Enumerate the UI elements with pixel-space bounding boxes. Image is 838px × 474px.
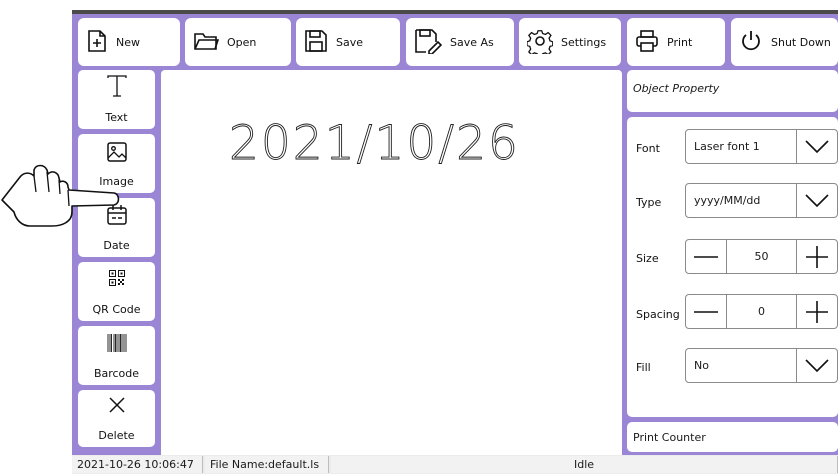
settings-button-label: Settings: [561, 35, 607, 49]
print-counter-panel[interactable]: Print Counter: [627, 422, 838, 452]
tool-qr-label: QR Code: [92, 303, 141, 316]
tool-text-button[interactable]: Text: [78, 70, 155, 129]
fill-select-value: No: [694, 359, 709, 372]
open-button[interactable]: Open: [185, 18, 291, 66]
tool-qr-button[interactable]: QR Code: [78, 262, 155, 321]
shutdown-button-label: Shut Down: [771, 35, 831, 49]
shutdown-button[interactable]: Shut Down: [731, 18, 838, 66]
fill-select[interactable]: No: [685, 348, 838, 383]
qr-code-icon: [78, 270, 155, 286]
new-button-label: New: [116, 35, 140, 49]
settings-button[interactable]: Settings: [519, 18, 621, 66]
open-button-label: Open: [227, 35, 257, 49]
save-as-icon: [414, 28, 450, 57]
power-icon: [739, 29, 771, 56]
text-tool-icon: [78, 74, 155, 98]
spacing-increment-button[interactable]: [796, 295, 837, 328]
size-increment-button[interactable]: [796, 240, 837, 273]
status-datetime: 2021-10-26 10:06:47: [72, 456, 203, 473]
tool-delete-label: Delete: [98, 429, 135, 442]
status-file-name: File Name:default.ls: [205, 456, 329, 473]
font-select[interactable]: Laser font 1: [685, 129, 838, 164]
save-button[interactable]: Save: [296, 18, 400, 66]
spacing-stepper[interactable]: 0: [685, 294, 838, 329]
save-as-button-label: Save As: [450, 35, 494, 49]
object-property-header: Object Property: [627, 70, 838, 112]
image-tool-icon: [78, 142, 155, 162]
new-file-icon: [86, 29, 116, 56]
canvas-date-text[interactable]: 2021/10/26: [229, 116, 520, 172]
gear-icon: [526, 28, 561, 57]
chevron-down-icon: [796, 349, 837, 382]
print-button[interactable]: Print: [627, 18, 725, 66]
pointing-hand-icon: [0, 160, 120, 234]
close-icon: [78, 396, 155, 414]
spacing-label: Spacing: [636, 308, 680, 321]
print-counter-label: Print Counter: [633, 431, 706, 444]
type-select[interactable]: yyyy/MM/dd: [685, 183, 838, 218]
size-value[interactable]: 50: [726, 250, 797, 263]
printer-icon: [635, 29, 667, 56]
chevron-down-icon: [796, 130, 837, 163]
tool-text-label: Text: [105, 111, 128, 124]
app-top-border: [72, 10, 838, 14]
new-button[interactable]: New: [78, 18, 180, 66]
tool-barcode-button[interactable]: Barcode: [78, 326, 155, 385]
status-bar: 2021-10-26 10:06:47 File Name:default.ls…: [72, 455, 838, 474]
print-button-label: Print: [667, 35, 693, 49]
chevron-down-icon: [796, 184, 837, 217]
size-label: Size: [636, 252, 659, 265]
fill-label: Fill: [636, 361, 651, 374]
font-label: Font: [636, 142, 660, 155]
barcode-icon: [78, 334, 155, 352]
size-stepper[interactable]: 50: [685, 239, 838, 274]
design-canvas[interactable]: 2021/10/26: [161, 70, 622, 474]
font-select-value: Laser font 1: [694, 140, 760, 153]
status-state: Idle: [331, 456, 838, 473]
tool-delete-button[interactable]: Delete: [78, 390, 155, 447]
type-label: Type: [636, 196, 662, 209]
spacing-value[interactable]: 0: [726, 305, 797, 318]
save-as-button[interactable]: Save As: [406, 18, 514, 66]
object-property-title: Object Property: [633, 82, 720, 95]
spacing-decrement-button[interactable]: [686, 295, 727, 328]
save-icon: [304, 29, 336, 56]
folder-icon: [193, 30, 227, 55]
save-button-label: Save: [336, 35, 364, 49]
type-select-value: yyyy/MM/dd: [694, 194, 761, 207]
size-decrement-button[interactable]: [686, 240, 727, 273]
tool-date-label: Date: [103, 239, 130, 252]
tool-barcode-label: Barcode: [93, 367, 140, 380]
